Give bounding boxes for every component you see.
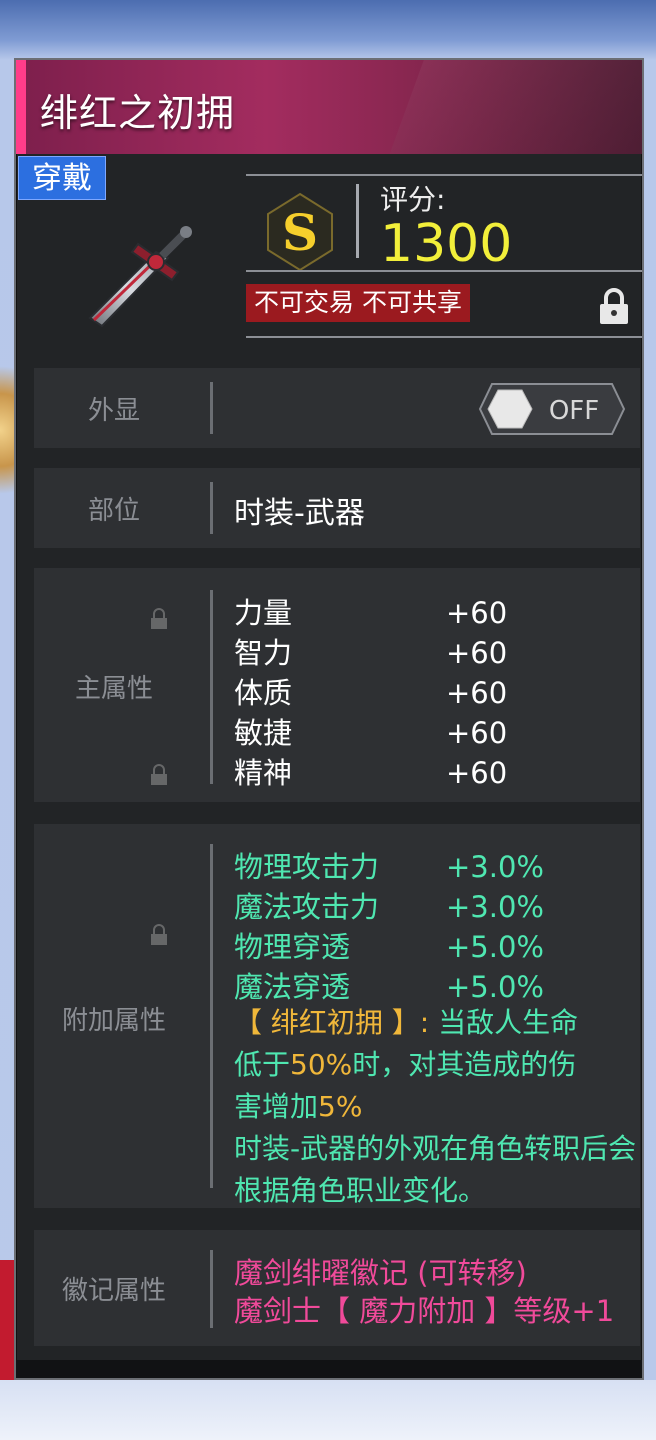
stat-row: 敏捷 +60 [234, 710, 507, 752]
item-icon[interactable] [28, 200, 218, 350]
background-decoration-red [0, 1260, 14, 1380]
lock-icon [148, 608, 170, 630]
stat-row: 体质 +60 [234, 670, 507, 712]
grade-badge: S [264, 192, 336, 272]
stat-value: +60 [446, 676, 508, 710]
divider [210, 382, 213, 434]
stat-value: +60 [446, 636, 508, 670]
stat-name: 物理攻击力 [234, 850, 380, 884]
toggle-state: OFF [549, 396, 599, 426]
stat-name: 魔法攻击力 [234, 890, 380, 924]
divider [246, 174, 642, 176]
emblem-name: 魔剑绯曜徽记 (可转移) [234, 1256, 527, 1290]
sword-icon [88, 226, 192, 328]
extra-attributes-label: 附加属性 [61, 1006, 166, 1036]
transform-note: 时装-武器的外观在角色转职后会根据角色职业变化。 [234, 1132, 637, 1207]
main-attributes-row: 主属性 力量 +60 智力 +60 体质 +60 敏捷 +60 精神 +60 [34, 568, 640, 802]
divider [210, 590, 213, 784]
stat-row: 魔法穿透 +5.0% [234, 964, 544, 1006]
divider [246, 336, 642, 338]
stat-row: 精神 +60 [234, 750, 507, 792]
title-bar: 绯红之初拥 [16, 60, 642, 154]
background-decoration [0, 340, 14, 520]
extra-attributes-row: 附加属性 物理攻击力 +3.0% 魔法攻击力 +3.0% 物理穿透 +5.0% 魔法穿… [34, 824, 640, 1208]
stat-row: 物理攻击力 +3.0% [234, 844, 544, 886]
stat-row: 魔法攻击力 +3.0% [234, 884, 544, 926]
stat-name: 体质 [234, 676, 293, 710]
appearance-toggle[interactable]: OFF [478, 382, 626, 436]
lock-icon[interactable] [594, 286, 634, 326]
stat-value: +60 [446, 716, 508, 750]
lock-icon [148, 924, 170, 946]
stat-value: +3.0% [446, 850, 544, 884]
effect-description: 【 绯红初拥 】: 当敌人生命 低于50%时，对其造成的伤 害增加5% 时装-武… [234, 1002, 654, 1212]
stat-name: 物理穿透 [234, 930, 351, 964]
slot-value: 时装-武器 [234, 496, 365, 531]
emblem-attributes-label: 徽记属性 [61, 1276, 166, 1306]
stat-name: 精神 [234, 756, 293, 790]
effect-name: 【 绯红初拥 】: [234, 1006, 430, 1039]
stat-value: +5.0% [446, 930, 544, 964]
stat-value: +3.0% [446, 890, 544, 924]
appearance-row: 外显 OFF [34, 368, 640, 448]
stat-value: +60 [446, 596, 508, 630]
slot-label: 部位 [87, 496, 140, 526]
stat-name: 力量 [234, 596, 293, 630]
divider [210, 1250, 213, 1328]
item-detail-panel: 绯红之初拥 穿戴 S 评分: 1300 不可交易 不可共享 外显 OFF 部位 … [14, 58, 644, 1380]
equipped-badge: 穿戴 [18, 156, 106, 200]
grade-score-block: S 评分: 1300 不可交易 不可共享 [244, 174, 642, 338]
score-value: 1300 [380, 214, 513, 274]
stat-name: 魔法穿透 [234, 970, 351, 1004]
score-label: 评分: [380, 183, 446, 216]
stat-value: +5.0% [446, 970, 544, 1004]
trade-restriction-tag: 不可交易 不可共享 [246, 284, 470, 322]
emblem-attributes-row: 徽记属性 魔剑绯曜徽记 (可转移) 魔剑士【 魔力附加 】等级+1 [34, 1230, 640, 1346]
main-attributes-label: 主属性 [74, 674, 153, 704]
emblem-bonus: 魔剑士【 魔力附加 】等级+1 [234, 1294, 615, 1328]
item-name: 绯红之初拥 [40, 91, 236, 135]
divider [356, 184, 359, 258]
appearance-label: 外显 [87, 396, 140, 426]
stat-name: 智力 [234, 636, 293, 670]
stat-row: 力量 +60 [234, 590, 507, 632]
slot-row: 部位 时装-武器 [34, 468, 640, 548]
grade-letter: S [282, 203, 318, 262]
stat-row: 智力 +60 [234, 630, 507, 672]
stat-value: +60 [446, 756, 508, 790]
lock-icon [148, 764, 170, 786]
stat-name: 敏捷 [234, 716, 293, 750]
divider [246, 270, 642, 272]
divider [210, 482, 213, 534]
background-bottom [0, 1380, 656, 1440]
divider [210, 844, 213, 1188]
stat-row: 物理穿透 +5.0% [234, 924, 544, 966]
